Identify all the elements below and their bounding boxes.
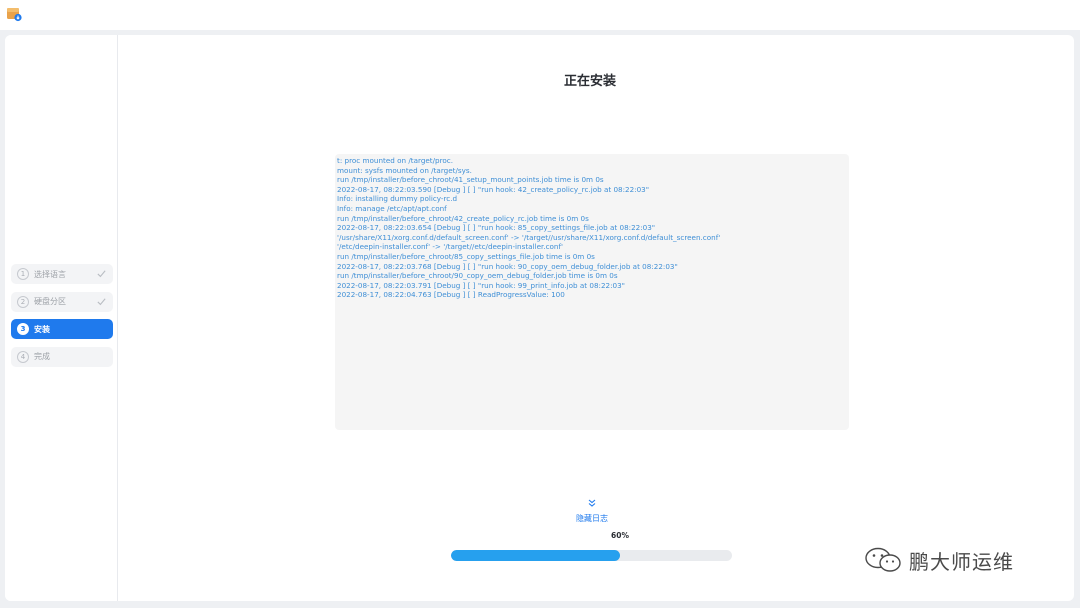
step-number: 3 <box>17 323 29 335</box>
page-title: 正在安装 <box>563 74 616 89</box>
log-line: t: proc mounted on /target/proc. <box>337 156 454 165</box>
log-line: mount: sysfs mounted on /target/sys. <box>337 165 472 175</box>
log-line: run /tmp/installer/before_chroot/90_copy… <box>337 271 618 281</box>
step-number: 4 <box>17 350 29 363</box>
checkmark-icon <box>97 270 106 278</box>
installer-package-icon <box>7 8 22 22</box>
log-line: 2022-08-17, 08:22:03.654 [Debug ] [ ] "r… <box>337 223 656 233</box>
step-select-language: 1 选择语言 <box>11 264 113 284</box>
log-line: Info: manage /etc/apt/apt.conf <box>337 203 447 213</box>
step-number: 2 <box>17 295 29 308</box>
checkmark-icon <box>97 297 106 305</box>
step-install: 3 安装 <box>11 319 113 339</box>
log-line: run /tmp/installer/before_chroot/85_copy… <box>337 251 595 261</box>
step-number: 1 <box>17 268 29 280</box>
step-list: 1 选择语言 2 硬盘分区 3 安装 4 完成 <box>11 264 113 374</box>
log-line: 2022-08-17, 08:22:04.763 [Debug ] [ ] Re… <box>337 290 565 300</box>
step-disk-partition: 2 硬盘分区 <box>11 291 113 312</box>
step-sidebar: 1 选择语言 2 硬盘分区 3 安装 4 完成 <box>5 35 118 601</box>
log-line: 2022-08-17, 08:22:03.768 [Debug ] [ ] "r… <box>337 261 678 271</box>
log-line: '/etc/deepin-installer.conf' -> '/target… <box>337 242 563 252</box>
watermark: 鹏大师运维 <box>863 545 1014 575</box>
log-line: Info: installing dummy policy-rc.d <box>337 194 458 204</box>
install-progress-bar <box>451 550 732 561</box>
hide-log-button[interactable]: 隐藏日志 <box>562 513 622 524</box>
title-bar <box>0 0 1080 30</box>
log-line: run /tmp/installer/before_chroot/42_crea… <box>337 213 589 223</box>
log-line: run /tmp/installer/before_chroot/41_setu… <box>337 175 604 185</box>
log-line: 2022-08-17, 08:22:03.791 [Debug ] [ ] "r… <box>337 280 625 290</box>
log-line: '/usr/share/X11/xorg.conf.d/default_scre… <box>337 232 721 242</box>
step-label: 安装 <box>34 324 50 334</box>
double-chevron-down-icon[interactable] <box>587 498 597 508</box>
progress-percent: 60% <box>611 531 629 540</box>
step-label: 选择语言 <box>34 269 66 279</box>
install-log-panel[interactable]: t: proc mounted on /target/proc. mount: … <box>335 154 849 430</box>
wechat-icon <box>865 547 901 572</box>
step-finish: 4 完成 <box>11 346 113 367</box>
step-label: 硬盘分区 <box>34 297 66 306</box>
watermark-text: 鹏大师运维 <box>909 549 1014 574</box>
progress-fill <box>451 550 620 561</box>
step-label: 完成 <box>34 352 50 361</box>
log-line: 2022-08-17, 08:22:03.590 [Debug ] [ ] "r… <box>337 184 650 194</box>
